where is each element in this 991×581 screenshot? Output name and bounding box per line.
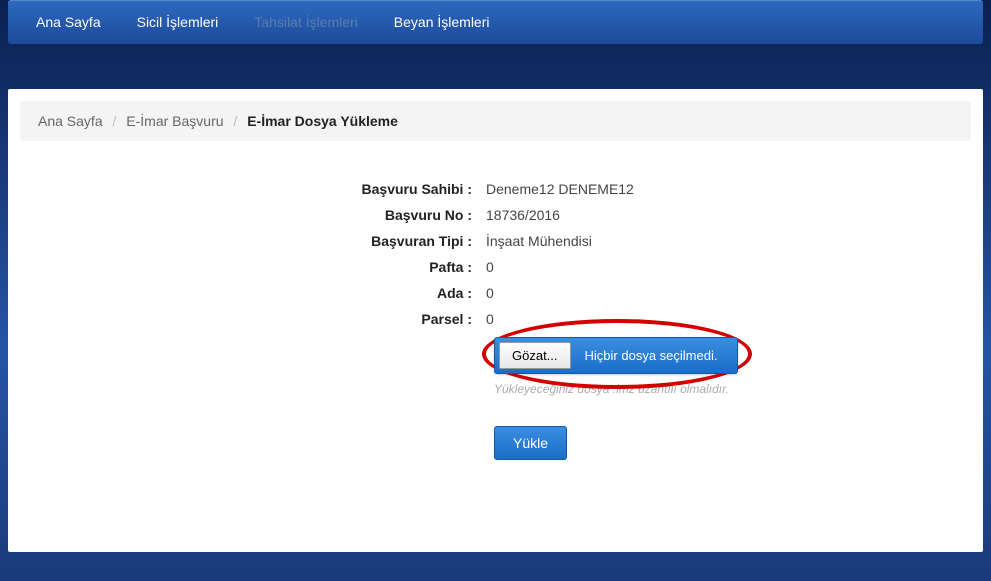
breadcrumb-current: E-İmar Dosya Yükleme xyxy=(247,113,398,129)
breadcrumb-sep: / xyxy=(113,113,117,129)
breadcrumb-eimar[interactable]: E-İmar Başvuru xyxy=(126,113,223,129)
value-pafta: 0 xyxy=(480,259,494,275)
breadcrumb: Ana Sayfa / E-İmar Başvuru / E-İmar Dosy… xyxy=(20,101,971,141)
content-panel: Ana Sayfa / E-İmar Başvuru / E-İmar Dosy… xyxy=(8,89,983,552)
nav-tahsilat: Tahsilat İşlemleri xyxy=(236,4,375,40)
nav-home[interactable]: Ana Sayfa xyxy=(18,4,119,40)
row-basvuru-no: Başvuru No : 18736/2016 xyxy=(40,207,951,223)
value-basvuru-sahibi: Deneme12 DENEME12 xyxy=(480,181,634,197)
row-pafta: Pafta : 0 xyxy=(40,259,951,275)
row-basvuru-sahibi: Başvuru Sahibi : Deneme12 DENEME12 xyxy=(40,181,951,197)
row-parsel: Parsel : 0 xyxy=(40,311,951,327)
nav-sicil[interactable]: Sicil İşlemleri xyxy=(119,4,237,40)
row-ada: Ada : 0 xyxy=(40,285,951,301)
label-ada: Ada : xyxy=(40,285,480,301)
breadcrumb-home[interactable]: Ana Sayfa xyxy=(38,113,103,129)
value-parsel: 0 xyxy=(480,311,494,327)
browse-button[interactable]: Gözat... xyxy=(499,342,571,369)
upload-button[interactable]: Yükle xyxy=(494,426,567,460)
form-container: Başvuru Sahibi : Deneme12 DENEME12 Başvu… xyxy=(20,181,971,540)
label-basvuru-no: Başvuru No : xyxy=(40,207,480,223)
file-row: Gözat... Hiçbir dosya seçilmedi. Yükleye… xyxy=(494,337,951,460)
file-hint: Yükleyeceğiniz dosya .imz uzantılı olmal… xyxy=(494,382,951,396)
breadcrumb-sep: / xyxy=(233,113,237,129)
value-basvuru-no: 18736/2016 xyxy=(480,207,560,223)
nav-beyan[interactable]: Beyan İşlemleri xyxy=(376,4,508,40)
top-nav: Ana Sayfa Sicil İşlemleri Tahsilat İşlem… xyxy=(8,0,983,44)
file-status-text: Hiçbir dosya seçilmedi. xyxy=(571,348,734,363)
file-picker[interactable]: Gözat... Hiçbir dosya seçilmedi. xyxy=(494,337,738,374)
row-basvuran-tipi: Başvuran Tipi : İnşaat Mühendisi xyxy=(40,233,951,249)
label-basvuru-sahibi: Başvuru Sahibi : xyxy=(40,181,480,197)
value-ada: 0 xyxy=(480,285,494,301)
label-basvuran-tipi: Başvuran Tipi : xyxy=(40,233,480,249)
value-basvuran-tipi: İnşaat Mühendisi xyxy=(480,233,592,249)
label-parsel: Parsel : xyxy=(40,311,480,327)
label-pafta: Pafta : xyxy=(40,259,480,275)
